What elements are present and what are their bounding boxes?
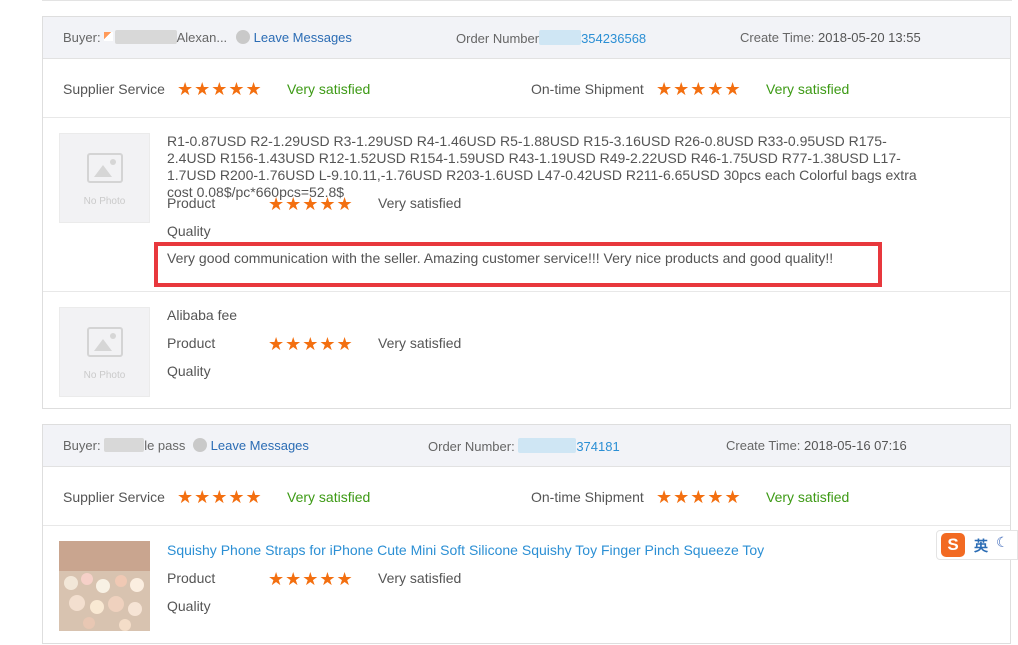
- product-rating: Very satisfied: [378, 335, 462, 351]
- country-flag-icon: [103, 32, 113, 41]
- top-divider: [42, 0, 1012, 1]
- chat-icon: [193, 438, 207, 452]
- no-photo-text: No Photo: [83, 196, 126, 207]
- squishy-toys-image: [59, 541, 150, 631]
- chat-icon: [236, 30, 250, 44]
- product-stars: ★★★★★: [268, 334, 354, 354]
- leave-messages-label[interactable]: Leave Messages: [254, 30, 352, 45]
- product-label: Product: [167, 195, 216, 211]
- supplier-service-rating: Very satisfied: [287, 81, 371, 97]
- buyer-name: le pass: [144, 438, 186, 453]
- order-card-2: Buyer: le pass Leave Messages Order Numb…: [42, 424, 1011, 644]
- shipment-stars: ★★★★★: [656, 487, 742, 507]
- quality-label: Quality: [167, 598, 211, 614]
- order-ratings: Supplier Service ★★★★★ Very satisfied On…: [43, 467, 1010, 526]
- create-time-label: Create Time:: [740, 30, 815, 45]
- order-number-value[interactable]: 354236568: [581, 31, 646, 46]
- shipment-rating: Very satisfied: [766, 489, 850, 505]
- order-header: Buyer: le pass Leave Messages Order Numb…: [43, 425, 1010, 467]
- buyer-info: Buyer: Alexan...: [63, 30, 227, 45]
- order-header: Buyer: Alexan... Leave Messages Order Num…: [43, 17, 1010, 59]
- ime-logo-icon[interactable]: S: [941, 533, 965, 557]
- order-number: Order Number 354236568: [456, 30, 646, 46]
- quality-label: Quality: [167, 363, 211, 379]
- leave-messages-label[interactable]: Leave Messages: [211, 438, 309, 453]
- redacted-order-number: [518, 438, 577, 453]
- create-time-value: 2018-05-16 07:16: [804, 438, 907, 453]
- product-thumbnail[interactable]: No Photo: [59, 307, 150, 397]
- product-label: Product: [167, 335, 216, 351]
- product-row-1: Squishy Phone Straps for iPhone Cute Min…: [43, 526, 1010, 645]
- buyer-label: Buyer:: [63, 30, 101, 45]
- product-thumbnail[interactable]: No Photo: [59, 133, 150, 223]
- redacted-buyer-name: [104, 438, 145, 452]
- supplier-service-stars: ★★★★★: [177, 79, 263, 99]
- redacted-order-number: [539, 30, 582, 45]
- supplier-service-stars: ★★★★★: [177, 487, 263, 507]
- shipment-stars: ★★★★★: [656, 79, 742, 99]
- no-photo-text: No Photo: [83, 370, 126, 381]
- product-stars: ★★★★★: [268, 194, 354, 214]
- order-card-1: Buyer: Alexan... Leave Messages Order Num…: [42, 16, 1011, 409]
- order-ratings: Supplier Service ★★★★★ Very satisfied On…: [43, 59, 1010, 118]
- ime-language-toggle[interactable]: 英: [974, 536, 988, 556]
- product-title: R1-0.87USD R2-1.29USD R3-1.29USD R4-1.46…: [167, 133, 917, 200]
- redacted-buyer-name: [114, 30, 177, 44]
- create-time-value: 2018-05-20 13:55: [818, 30, 921, 45]
- create-time-label: Create Time:: [726, 438, 801, 453]
- shipment-label: On-time Shipment: [531, 81, 644, 97]
- shipment-rating: Very satisfied: [766, 81, 850, 97]
- buyer-info: Buyer: le pass: [63, 438, 185, 453]
- create-time: Create Time: 2018-05-20 13:55: [740, 30, 921, 45]
- product-rating: Very satisfied: [378, 570, 462, 586]
- shipment-label: On-time Shipment: [531, 489, 644, 505]
- ime-toolbar[interactable]: S 英 ☾: [936, 530, 1018, 560]
- product-title-link[interactable]: Squishy Phone Straps for iPhone Cute Min…: [167, 542, 764, 558]
- moon-icon[interactable]: ☾: [996, 534, 1009, 551]
- order-number: Order Number: 374181: [428, 438, 620, 454]
- supplier-service-label: Supplier Service: [63, 81, 165, 97]
- quality-label: Quality: [167, 223, 211, 239]
- order-number-value[interactable]: 374181: [576, 439, 619, 454]
- order-number-label: Order Number: [456, 31, 540, 46]
- leave-messages-link[interactable]: Leave Messages: [236, 30, 352, 45]
- create-time: Create Time: 2018-05-16 07:16: [726, 438, 907, 453]
- product-row-2: No Photo Alibaba fee Product ★★★★★ Very …: [43, 291, 1010, 409]
- buyer-label: Buyer:: [63, 438, 101, 453]
- product-label: Product: [167, 570, 216, 586]
- buyer-name: Alexan...: [176, 30, 228, 45]
- product-rating: Very satisfied: [378, 195, 462, 211]
- image-placeholder-icon: [87, 153, 123, 183]
- leave-messages-link[interactable]: Leave Messages: [193, 438, 309, 453]
- product-stars: ★★★★★: [268, 569, 354, 589]
- highlight-box: [154, 242, 882, 287]
- image-placeholder-icon: [87, 327, 123, 357]
- product-title: Alibaba fee: [167, 307, 238, 323]
- supplier-service-label: Supplier Service: [63, 489, 165, 505]
- product-photo[interactable]: [59, 541, 150, 631]
- order-number-label: Order Number:: [428, 439, 515, 454]
- supplier-service-rating: Very satisfied: [287, 489, 371, 505]
